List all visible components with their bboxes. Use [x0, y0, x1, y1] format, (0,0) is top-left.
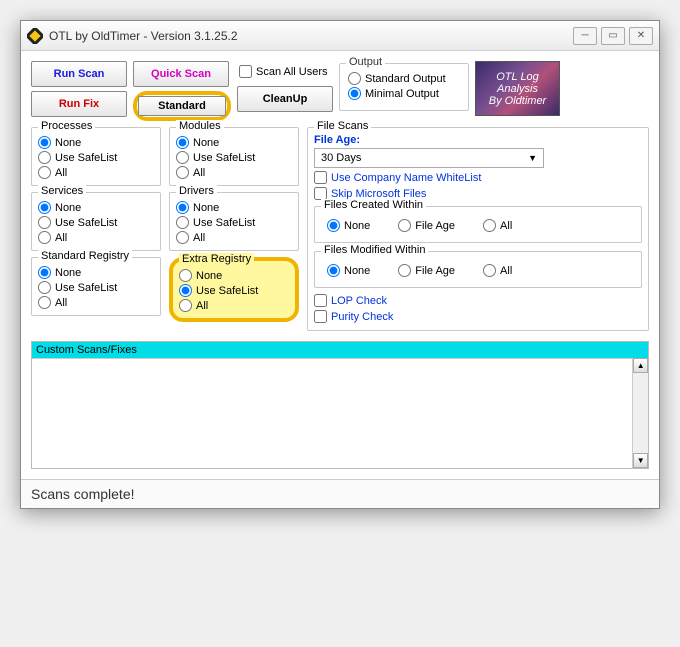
extrareg-none[interactable]: None	[179, 269, 289, 282]
stdreg-none[interactable]: None	[38, 266, 154, 279]
extrareg-safelist[interactable]: Use SafeList	[179, 284, 289, 297]
files-created-group: Files Created Within None File Age All	[314, 206, 642, 243]
lop-check-checkbox[interactable]: LOP Check	[314, 294, 642, 307]
services-group: Services None Use SafeList All	[31, 192, 161, 251]
modified-all[interactable]: All	[483, 264, 512, 277]
created-fileage[interactable]: File Age	[398, 219, 455, 232]
file-age-label: File Age:	[314, 134, 642, 146]
custom-scans-legend: Custom Scans/Fixes	[32, 342, 648, 358]
app-icon	[27, 28, 43, 44]
services-none[interactable]: None	[38, 201, 154, 214]
purity-check-checkbox[interactable]: Purity Check	[314, 310, 642, 323]
drivers-none[interactable]: None	[176, 201, 292, 214]
minimize-button[interactable]: ─	[573, 27, 597, 45]
output-legend: Output	[346, 56, 385, 68]
status-bar: Scans complete!	[21, 479, 659, 508]
standard-output-radio[interactable]: Standard Output	[348, 72, 460, 85]
processes-none[interactable]: None	[38, 136, 154, 149]
modules-all[interactable]: All	[176, 166, 292, 179]
drivers-safelist[interactable]: Use SafeList	[176, 216, 292, 229]
created-none[interactable]: None	[327, 219, 370, 232]
standard-registry-group: Standard Registry None Use SafeList All	[31, 257, 161, 316]
created-all[interactable]: All	[483, 219, 512, 232]
standard-highlight: Standard	[133, 91, 231, 121]
file-age-select[interactable]: 30 Days ▼	[314, 148, 544, 168]
files-modified-group: Files Modified Within None File Age All	[314, 251, 642, 288]
modules-none[interactable]: None	[176, 136, 292, 149]
services-safelist[interactable]: Use SafeList	[38, 216, 154, 229]
modified-fileage[interactable]: File Age	[398, 264, 455, 277]
custom-scans-group: Custom Scans/Fixes ▲ ▼	[31, 341, 649, 469]
run-fix-button[interactable]: Run Fix	[31, 91, 127, 117]
drivers-group: Drivers None Use SafeList All	[169, 192, 299, 251]
whitelist-checkbox[interactable]: Use Company Name WhiteList	[314, 171, 642, 184]
standard-button[interactable]: Standard	[138, 96, 226, 116]
cleanup-button[interactable]: CleanUp	[237, 86, 333, 112]
minimal-output-radio[interactable]: Minimal Output	[348, 87, 460, 100]
processes-all[interactable]: All	[38, 166, 154, 179]
services-all[interactable]: All	[38, 231, 154, 244]
close-button[interactable]: ✕	[629, 27, 653, 45]
scan-all-users-checkbox[interactable]: Scan All Users	[237, 61, 333, 82]
extra-registry-group: Extra Registry None Use SafeList All	[173, 261, 295, 318]
extrareg-all[interactable]: All	[179, 299, 289, 312]
stdreg-all[interactable]: All	[38, 296, 154, 309]
modified-none[interactable]: None	[327, 264, 370, 277]
drivers-all[interactable]: All	[176, 231, 292, 244]
app-window: OTL by OldTimer - Version 3.1.25.2 ─ ▭ ✕…	[20, 20, 660, 509]
output-group: Output Standard Output Minimal Output	[339, 63, 469, 111]
scrollbar[interactable]: ▲ ▼	[632, 358, 648, 468]
scroll-up-icon[interactable]: ▲	[633, 358, 648, 373]
file-scans-group: File Scans File Age: 30 Days ▼ Use Compa…	[307, 127, 649, 331]
modules-safelist[interactable]: Use SafeList	[176, 151, 292, 164]
scroll-down-icon[interactable]: ▼	[633, 453, 648, 468]
logo-image: OTL Log Analysis By Oldtimer	[475, 61, 560, 116]
window-title: OTL by OldTimer - Version 3.1.25.2	[49, 29, 573, 43]
quick-scan-button[interactable]: Quick Scan	[133, 61, 229, 87]
custom-scans-textarea[interactable]	[32, 358, 632, 468]
processes-safelist[interactable]: Use SafeList	[38, 151, 154, 164]
modules-group: Modules None Use SafeList All	[169, 127, 299, 186]
maximize-button[interactable]: ▭	[601, 27, 625, 45]
titlebar: OTL by OldTimer - Version 3.1.25.2 ─ ▭ ✕	[21, 21, 659, 51]
extra-registry-highlight: Extra Registry None Use SafeList All	[169, 257, 299, 322]
content-area: Run Scan Run Fix Quick Scan Standard Sca…	[21, 51, 659, 479]
run-scan-button[interactable]: Run Scan	[31, 61, 127, 87]
stdreg-safelist[interactable]: Use SafeList	[38, 281, 154, 294]
chevron-down-icon: ▼	[528, 153, 537, 163]
processes-group: Processes None Use SafeList All	[31, 127, 161, 186]
